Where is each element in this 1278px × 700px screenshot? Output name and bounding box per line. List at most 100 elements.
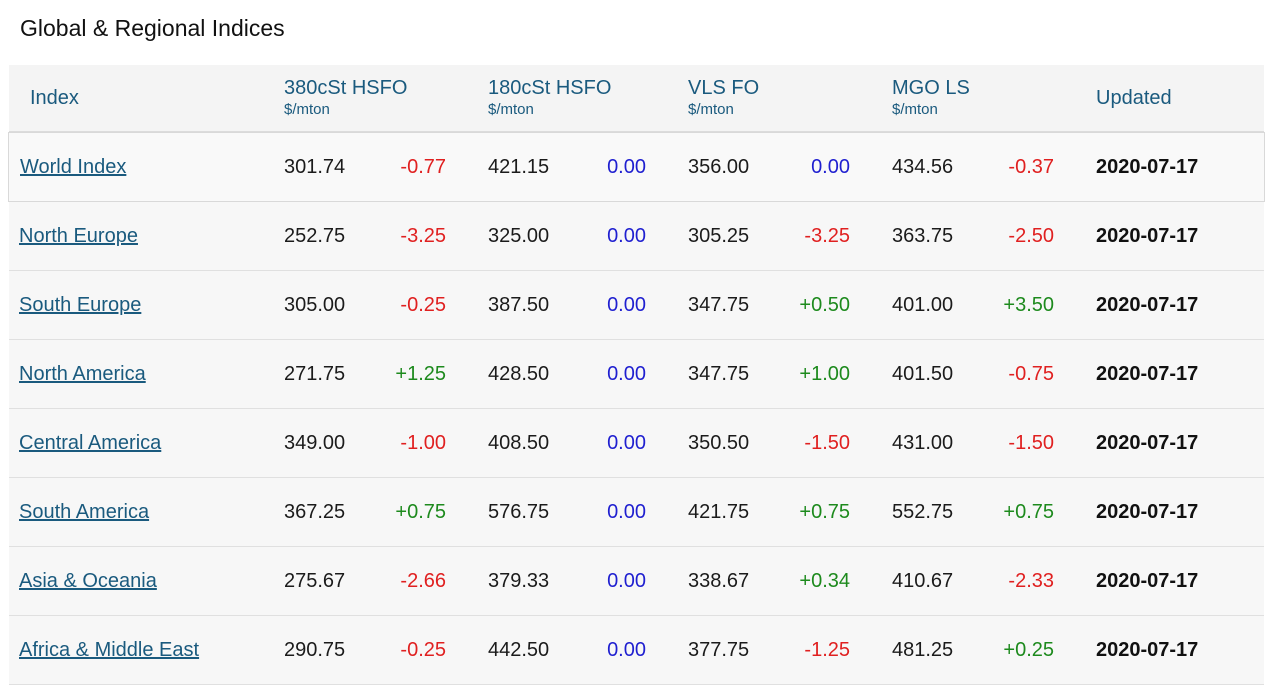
table-row: Asia & Oceania 275.67 -2.66 379.33 0.00 338.6… (9, 547, 1264, 616)
price-380cst: 301.74 (284, 155, 346, 178)
updated-date-cell: 2020-07-17 (1096, 202, 1246, 270)
header-vlsfo-label: VLS FO (688, 77, 760, 99)
header-mgols-unit: $/mton (892, 101, 938, 118)
price-380cst: 252.75 (284, 224, 346, 247)
change-380cst: -0.25 (400, 293, 446, 316)
price-180cst: 325.00 (488, 224, 550, 247)
price-vlsfo: 421.75 (688, 500, 750, 523)
index-link[interactable]: Africa & Middle East (19, 639, 199, 662)
updated-date: 2020-07-17 (1096, 224, 1199, 247)
price-vlsfo: 305.25 (688, 224, 750, 247)
change-vlsfo: -3.25 (804, 224, 850, 247)
header-updated[interactable]: Updated (1096, 65, 1172, 131)
price-180cst: 379.33 (488, 569, 550, 592)
price-380cst: 367.25 (284, 500, 346, 523)
price-mgols: 410.67 (892, 569, 954, 592)
index-link-cell: Africa & Middle East (19, 616, 269, 684)
table-row: North Europe 252.75 -3.25 325.00 0.00 305.25 -… (9, 202, 1264, 271)
change-180cst: 0.00 (607, 431, 646, 454)
index-link-cell: Central America (19, 409, 269, 477)
change-mgols-cell: -2.33 (967, 547, 1054, 615)
table-row: North America 271.75 +1.25 428.50 0.00 347.75… (9, 340, 1264, 409)
change-vlsfo: +0.50 (799, 293, 850, 316)
table-row: South America 367.25 +0.75 576.75 0.00 421.75… (9, 478, 1264, 547)
table-row: World Index 301.74 -0.77 421.15 0.00 356.00 0.… (8, 132, 1265, 202)
price-180cst: 442.50 (488, 638, 550, 661)
price-380cst: 275.67 (284, 569, 346, 592)
change-380cst: -0.77 (400, 155, 446, 178)
index-link[interactable]: World Index (20, 156, 126, 179)
change-vlsfo-cell: +0.50 (763, 271, 850, 339)
index-link[interactable]: North Europe (19, 225, 138, 248)
page-title: Global & Regional Indices (20, 15, 285, 41)
change-mgols: -0.37 (1008, 155, 1054, 178)
change-vlsfo-cell: +1.00 (763, 340, 850, 408)
index-link-cell: World Index (20, 133, 270, 201)
header-vlsfo-unit: $/mton (688, 101, 734, 118)
change-mgols: -2.33 (1008, 569, 1054, 592)
price-mgols: 481.25 (892, 638, 954, 661)
index-link-cell: Asia & Oceania (19, 547, 269, 615)
change-mgols: +0.75 (1003, 500, 1054, 523)
price-180cst: 387.50 (488, 293, 550, 316)
price-380cst: 290.75 (284, 638, 346, 661)
change-180cst: 0.00 (607, 293, 646, 316)
price-vlsfo: 377.75 (688, 638, 750, 661)
updated-date: 2020-07-17 (1096, 293, 1199, 316)
change-180cst: 0.00 (607, 155, 646, 178)
index-link[interactable]: South Europe (19, 294, 141, 317)
price-180cst: 408.50 (488, 431, 550, 454)
change-vlsfo: -1.25 (804, 638, 850, 661)
price-380cst: 349.00 (284, 431, 346, 454)
index-link[interactable]: North America (19, 363, 146, 386)
header-index[interactable]: Index (30, 65, 79, 131)
header-180cst-unit: $/mton (488, 101, 534, 118)
change-mgols-cell: -2.50 (967, 202, 1054, 270)
table-row: South Europe 305.00 -0.25 387.50 0.00 347.75 +… (9, 271, 1264, 340)
change-vlsfo-cell: -1.50 (763, 409, 850, 477)
price-vlsfo: 350.50 (688, 431, 750, 454)
table-body: World Index 301.74 -0.77 421.15 0.00 356.00 0.… (8, 132, 1265, 685)
change-mgols-cell: +0.25 (967, 616, 1054, 684)
updated-date: 2020-07-17 (1096, 569, 1199, 592)
change-vlsfo: +1.00 (799, 362, 850, 385)
price-mgols: 431.00 (892, 431, 954, 454)
change-180cst-cell: 0.00 (559, 271, 646, 339)
change-vlsfo: 0.00 (811, 155, 850, 178)
change-mgols-cell: -1.50 (967, 409, 1054, 477)
change-mgols-cell: +0.75 (967, 478, 1054, 546)
index-link[interactable]: Asia & Oceania (19, 570, 157, 593)
index-link[interactable]: Central America (19, 432, 161, 455)
price-180cst: 428.50 (488, 362, 550, 385)
change-mgols-cell: -0.75 (967, 340, 1054, 408)
change-180cst-cell: 0.00 (559, 202, 646, 270)
change-380cst: -2.66 (400, 569, 446, 592)
change-vlsfo-cell: +0.34 (763, 547, 850, 615)
index-link[interactable]: South America (19, 501, 149, 524)
price-vlsfo: 356.00 (688, 155, 750, 178)
change-vlsfo: +0.34 (799, 569, 850, 592)
index-link-cell: South America (19, 478, 269, 546)
updated-date-cell: 2020-07-17 (1096, 340, 1246, 408)
change-380cst-cell: -0.25 (359, 271, 446, 339)
updated-date-cell: 2020-07-17 (1096, 271, 1246, 339)
header-380cst-unit: $/mton (284, 101, 330, 118)
price-180cst: 421.15 (488, 155, 550, 178)
price-vlsfo: 338.67 (688, 569, 750, 592)
change-380cst-cell: -0.77 (359, 133, 446, 201)
change-180cst-cell: 0.00 (559, 547, 646, 615)
price-vlsfo: 347.75 (688, 362, 750, 385)
price-mgols: 401.50 (892, 362, 954, 385)
change-vlsfo-cell: -3.25 (763, 202, 850, 270)
header-index-label: Index (30, 86, 79, 109)
updated-date: 2020-07-17 (1096, 362, 1199, 385)
price-180cst: 576.75 (488, 500, 550, 523)
index-link-cell: North Europe (19, 202, 269, 270)
table-row: Africa & Middle East 290.75 -0.25 442.50 0.0… (9, 616, 1264, 685)
change-vlsfo-cell: -1.25 (763, 616, 850, 684)
price-mgols: 552.75 (892, 500, 954, 523)
table-header: Index 380cSt HSFO $/mton 180cSt HSFO $/m… (9, 65, 1264, 132)
change-180cst: 0.00 (607, 362, 646, 385)
change-mgols: -1.50 (1008, 431, 1054, 454)
header-mgols-label: MGO LS (892, 77, 970, 99)
